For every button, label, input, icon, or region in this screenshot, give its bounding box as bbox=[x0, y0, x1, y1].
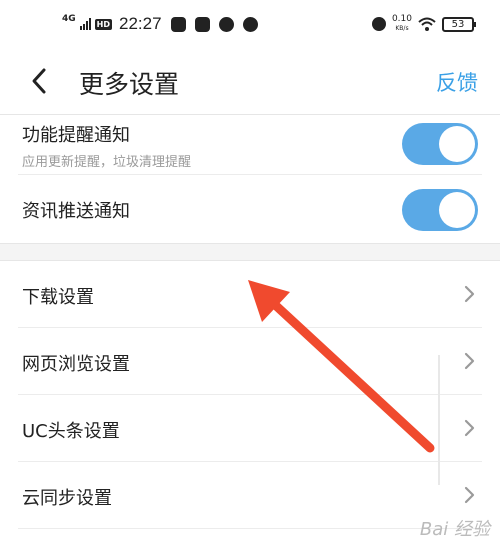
header: 更多设置 反馈 bbox=[0, 52, 500, 114]
chevron-right-icon bbox=[464, 419, 475, 437]
back-button[interactable] bbox=[28, 66, 52, 96]
feature-reminder-toggle[interactable] bbox=[402, 123, 478, 165]
cloud-sync-settings-row[interactable]: 云同步设置 bbox=[18, 462, 482, 529]
settings-list: 下载设置 网页浏览设置 UC头条设置 云同步设置 bbox=[0, 260, 500, 555]
chevron-right-icon bbox=[464, 285, 475, 303]
news-push-title: 资讯推送通知 bbox=[22, 201, 130, 222]
notification-settings-card: 功能提醒通知 应用更新提醒，垃圾清理提醒 资讯推送通知 bbox=[0, 114, 500, 244]
news-push-toggle[interactable] bbox=[402, 189, 478, 231]
notification-bag-icon bbox=[170, 16, 186, 32]
status-time: 22:27 bbox=[119, 14, 162, 33]
feedback-button[interactable]: 反馈 bbox=[436, 67, 478, 97]
page-title: 更多设置 bbox=[79, 70, 180, 99]
notification-compass-icon bbox=[218, 16, 234, 32]
download-settings-label: 下载设置 bbox=[22, 287, 94, 308]
notification-bag2-icon bbox=[194, 16, 210, 32]
download-settings-row[interactable]: 下载设置 bbox=[18, 261, 482, 328]
feature-reminder-row[interactable]: 功能提醒通知 应用更新提醒，垃圾清理提醒 bbox=[18, 115, 482, 175]
hd-badge: HD bbox=[94, 18, 112, 30]
speed-value: 0.10 bbox=[391, 14, 412, 24]
news-push-row[interactable]: 资讯推送通知 bbox=[18, 175, 482, 245]
uc-headlines-settings-row[interactable]: UC头条设置 bbox=[18, 395, 482, 462]
battery-icon: 53 bbox=[442, 16, 476, 32]
alarm-icon bbox=[371, 17, 386, 31]
signal-icon bbox=[79, 18, 91, 30]
chevron-right-icon bbox=[464, 486, 475, 504]
status-bar: 4G HD 22:27 0.10 KB/s 53 bbox=[0, 0, 500, 52]
feature-reminder-title: 功能提醒通知 bbox=[22, 125, 130, 146]
speed-unit: KB/s bbox=[395, 25, 409, 32]
status-left: 4G HD 22:27 bbox=[62, 14, 258, 34]
chevron-right-icon bbox=[464, 352, 475, 370]
section-divider bbox=[0, 244, 500, 260]
toggle-knob bbox=[439, 192, 475, 228]
uc-headlines-settings-label: UC头条设置 bbox=[22, 421, 120, 442]
back-arrow-icon bbox=[32, 68, 46, 94]
network-speed: 0.10 KB/s bbox=[392, 15, 412, 33]
wifi-icon bbox=[418, 17, 436, 31]
scrollbar[interactable] bbox=[438, 355, 440, 485]
status-right: 0.10 KB/s 53 bbox=[371, 15, 476, 33]
network-type: 4G bbox=[62, 14, 76, 24]
watermark: Bai 经验 bbox=[419, 519, 490, 540]
feature-reminder-subtitle: 应用更新提醒，垃圾清理提醒 bbox=[22, 155, 192, 170]
screen: 4G HD 22:27 0.10 KB/s 53 更多设置 反馈 功能提醒通知 … bbox=[0, 0, 500, 555]
toggle-knob bbox=[439, 126, 475, 162]
cloud-sync-settings-label: 云同步设置 bbox=[22, 488, 112, 509]
web-browsing-settings-label: 网页浏览设置 bbox=[22, 354, 130, 375]
web-browsing-settings-row[interactable]: 网页浏览设置 bbox=[18, 328, 482, 395]
notification-cloud-icon bbox=[242, 16, 258, 32]
